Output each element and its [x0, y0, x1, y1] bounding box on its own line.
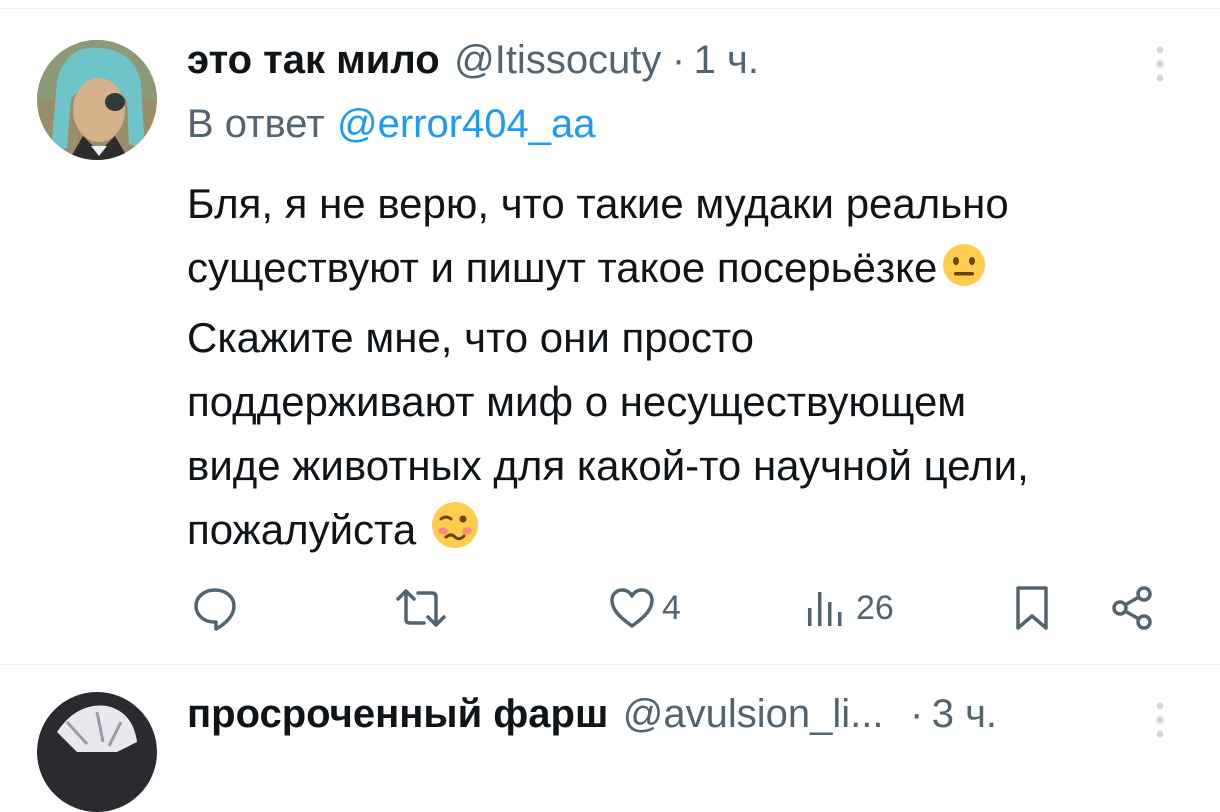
tweet-text: Бля, я не верю, что такие мудаки реально…: [187, 172, 1197, 568]
share-button[interactable]: [1108, 578, 1156, 638]
reply-icon: [192, 585, 238, 631]
avatar-image: [37, 692, 157, 812]
like-icon: [608, 586, 656, 630]
text-line: поддерживают миф о несуществующем: [187, 378, 967, 425]
neutral-face-emoji-icon: [941, 242, 987, 306]
views-count: 26: [856, 588, 894, 627]
tweet-actions: 4 26: [0, 578, 1220, 638]
next-tweet-header: просроченный фарш @avulsion_li... · 3 ч.: [187, 692, 997, 737]
woozy-face-emoji-icon: [430, 500, 480, 568]
text-line: пожалуйста: [187, 498, 1197, 568]
separator-dot: ·: [671, 38, 686, 82]
display-name[interactable]: это так мило: [187, 38, 440, 82]
text-line: виде животных для какой-то научной цели,: [187, 442, 1029, 489]
next-timestamp[interactable]: 3 ч.: [932, 692, 997, 736]
bookmark-button[interactable]: [1012, 578, 1052, 638]
reply-to-link[interactable]: @error404_aa: [337, 102, 596, 146]
retweet-button[interactable]: [394, 578, 448, 638]
like-count: 4: [662, 588, 681, 627]
timestamp[interactable]: 1 ч.: [694, 38, 759, 82]
next-more-icon[interactable]: [1150, 700, 1170, 740]
reply-button[interactable]: [192, 578, 238, 638]
views-button[interactable]: 26: [804, 578, 894, 638]
next-separator-dot: ·: [909, 692, 924, 736]
tweet-divider: [0, 664, 1220, 665]
text-line: Скажите мне, что они просто: [187, 314, 755, 361]
tweet-header: это так мило @Itissocuty · 1 ч.: [187, 38, 759, 83]
avatar[interactable]: [37, 40, 157, 160]
retweet-icon: [394, 585, 448, 631]
reply-context: В ответ @error404_aa: [187, 102, 596, 147]
like-button[interactable]: 4: [608, 578, 681, 638]
share-icon: [1108, 584, 1156, 632]
bookmark-icon: [1012, 584, 1052, 632]
next-user-handle[interactable]: @avulsion_li...: [623, 692, 884, 736]
views-icon: [804, 586, 850, 630]
next-tweet-avatar[interactable]: [37, 692, 157, 812]
top-divider: [0, 8, 1220, 9]
avatar-image: [37, 40, 157, 160]
user-handle[interactable]: @Itissocuty: [454, 38, 661, 82]
more-icon[interactable]: [1150, 44, 1170, 84]
text-line: Бля, я не верю, что такие мудаки реально: [187, 180, 1009, 227]
text-line: существуют и пишут такое посерьёзке: [187, 236, 1197, 306]
reply-prefix: В ответ: [187, 102, 325, 146]
next-display-name[interactable]: просроченный фарш: [187, 692, 608, 736]
